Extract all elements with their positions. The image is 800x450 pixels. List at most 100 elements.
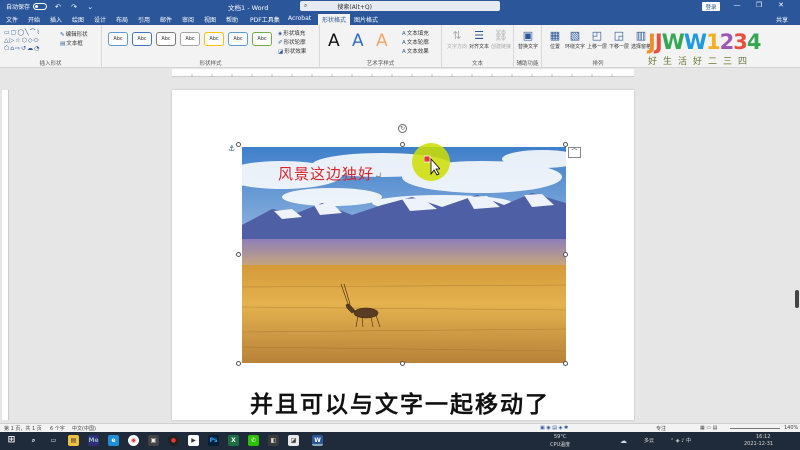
wordart-sample-black[interactable]: A [328, 31, 340, 51]
group-label: 文本 [471, 61, 483, 67]
shape-style-preset[interactable]: Abc [228, 32, 248, 46]
edge-browser-icon[interactable]: e [108, 435, 119, 446]
app-icon[interactable]: ◪ [288, 435, 299, 446]
wechat-icon[interactable]: ✆ [248, 435, 259, 446]
tab-pdf-tools[interactable]: PDF工具集 [250, 15, 280, 24]
photoshop-icon[interactable]: Ps [208, 435, 219, 446]
vertical-ruler[interactable] [2, 90, 9, 420]
shape-style-preset[interactable]: Abc [180, 32, 200, 46]
paragraph-mark: ↵ [374, 171, 384, 182]
site-watermark-logo: JJWW1234 好生活好二三四 [648, 32, 772, 68]
shape-style-preset[interactable]: Abc [108, 32, 128, 46]
shape-effects-button[interactable]: ◪形状效果 [278, 47, 306, 55]
wordart-sample-orange[interactable]: A [376, 31, 388, 51]
shape-style-preset[interactable]: Abc [132, 32, 152, 46]
layout-options-button[interactable]: ⌒ [568, 147, 581, 158]
app-icon[interactable]: ▣ [148, 435, 159, 446]
video-app-icon[interactable]: ▶ [188, 435, 199, 446]
tab-view[interactable]: 视图 [204, 15, 216, 24]
edit-shape-button[interactable]: ✎编辑形状 [60, 30, 88, 38]
share-button[interactable]: 共享 [776, 15, 788, 24]
temperature-readout: 59°C [554, 434, 567, 440]
status-bar: 第 1 页，共 1 页 6 个字 中文(中国) ▣ ◉ ▤ ◈ ✱ 专注 ▦ ▭… [0, 423, 800, 432]
shape-style-preset[interactable]: Abc [252, 32, 272, 46]
search-box[interactable]: ⌕ 搜索(Alt+Q) [300, 1, 500, 11]
restore-button[interactable]: ❐ [752, 1, 766, 9]
resize-handle-bottom[interactable] [400, 361, 405, 366]
shape-style-preset[interactable]: Abc [156, 32, 176, 46]
tab-help[interactable]: 帮助 [226, 15, 238, 24]
close-button[interactable]: ✕ [774, 1, 788, 9]
view-buttons[interactable]: ▦ ▭ ▤ [700, 425, 717, 431]
quick-access-toolbar[interactable]: ↶ ↷ ⌄ [55, 3, 97, 11]
shape-style-preset[interactable]: Abc [204, 32, 224, 46]
picture-title-text[interactable]: 风景这边独好↵ [278, 163, 383, 184]
resize-handle-right[interactable] [563, 252, 568, 257]
media-encoder-icon[interactable]: Me [88, 435, 99, 446]
tray-icons[interactable]: ⌃ ◈ ♪ 中 [670, 437, 691, 444]
chrome-icon[interactable]: ◉ [128, 435, 139, 446]
wordart-sample-blue[interactable]: A [352, 31, 364, 51]
text-fill-button[interactable]: A文本填充 [402, 29, 429, 37]
resize-handle-top-left[interactable] [236, 142, 241, 147]
shape-fill-button[interactable]: ◈形状填充 [278, 29, 305, 37]
word-icon[interactable]: W [312, 435, 323, 446]
tab-draw[interactable]: 绘图 [72, 15, 84, 24]
vertical-scrollbar[interactable] [794, 68, 800, 423]
clock-time[interactable]: 16:12 [756, 434, 770, 440]
tab-home[interactable]: 开始 [28, 15, 40, 24]
task-view-icon[interactable]: ▭ [48, 435, 59, 446]
tab-layout[interactable]: 布局 [116, 15, 128, 24]
group-label: 排列 [592, 61, 604, 67]
zoom-slider[interactable] [730, 428, 780, 429]
group-text: ⇅ 文字方向 ☰ 对齐文本 ⛓ 创建链接 文本 [442, 25, 514, 68]
tab-file[interactable]: 文件 [6, 15, 18, 24]
alt-text-button[interactable]: ▣ 替换文字 [515, 29, 541, 50]
resize-handle-left[interactable] [236, 252, 241, 257]
tab-design[interactable]: 设计 [94, 15, 106, 24]
recorder-icon[interactable]: ● [168, 435, 179, 446]
alt-text-icon: ▣ [522, 29, 534, 42]
word-count[interactable]: 6 个字 [50, 425, 65, 432]
signin-button[interactable]: 登录 [702, 2, 720, 11]
resize-handle-top[interactable] [400, 142, 405, 147]
text-outline-icon: A [402, 40, 406, 46]
horizontal-ruler[interactable] [172, 69, 634, 77]
text-box-button[interactable]: ▤文本框 [60, 39, 83, 47]
text-outline-button[interactable]: A文本轮廓 [402, 38, 429, 46]
minimize-button[interactable]: — [730, 1, 744, 9]
shapes-gallery[interactable]: ▭▢◯╲⌒⌇ △▷☆⬡◇⬭ ⬠⌂⇨↺☁◔ [4, 29, 52, 53]
tab-references[interactable]: 引用 [138, 15, 150, 24]
tab-review[interactable]: 审阅 [182, 15, 194, 24]
file-explorer-icon[interactable]: ▤ [68, 435, 79, 446]
tab-mailings[interactable]: 邮件 [160, 15, 172, 24]
page-count[interactable]: 第 1 页，共 1 页 [4, 425, 42, 432]
scrollbar-thumb[interactable] [795, 290, 799, 308]
tab-insert[interactable]: 插入 [50, 15, 62, 24]
search-icon[interactable]: ⌕ [28, 435, 39, 446]
group-insert-shapes: ▭▢◯╲⌒⌇ △▷☆⬡◇⬭ ⬠⌂⇨↺☁◔ ✎编辑形状 ▤文本框 插入形状 [0, 25, 102, 68]
text-box-icon: ▤ [60, 41, 66, 47]
resize-handle-bottom-right[interactable] [563, 361, 568, 366]
app-icon[interactable]: ◧ [268, 435, 279, 446]
paint-bucket-icon: ◈ [278, 31, 283, 37]
autosave-toggle[interactable] [33, 3, 48, 10]
windows-start-icon[interactable]: ⊞ [6, 435, 17, 446]
rotate-handle[interactable]: ↻ [398, 124, 407, 133]
tab-picture-format[interactable]: 图片格式 [354, 15, 378, 24]
resize-handle-bottom-left[interactable] [236, 361, 241, 366]
clock-date[interactable]: 2021-12-31 [744, 441, 773, 447]
focus-button[interactable]: 专注 [656, 425, 666, 432]
tab-acrobat[interactable]: Acrobat [288, 15, 311, 22]
zoom-level[interactable]: 140% [784, 425, 798, 431]
ribbon-tabs: 文件 开始 插入 绘图 设计 布局 引用 邮件 审阅 视图 帮助 PDF工具集 … [0, 13, 800, 25]
language-indicator[interactable]: 中文(中国) [72, 425, 96, 432]
search-placeholder: 搜索(Alt+Q) [337, 3, 372, 11]
effects-icon: ◪ [278, 49, 284, 55]
tab-shape-format[interactable]: 形状格式 [318, 14, 351, 25]
create-link-button[interactable]: ⛓ 创建链接 [488, 29, 514, 50]
excel-icon[interactable]: X [228, 435, 239, 446]
text-effects-button[interactable]: A文本效果 [402, 47, 429, 55]
pen-icon: ✐ [278, 40, 283, 46]
shape-outline-button[interactable]: ✐形状轮廓 [278, 38, 306, 46]
